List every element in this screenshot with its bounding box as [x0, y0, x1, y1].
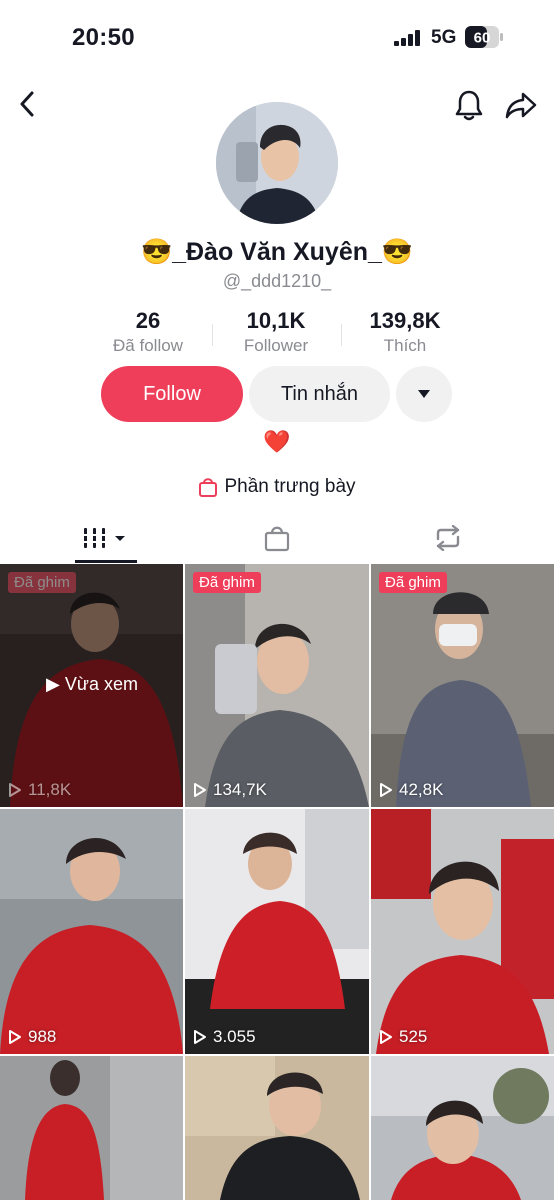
share-arrow-icon — [505, 92, 537, 119]
tab-reposts[interactable] — [418, 513, 478, 563]
stat-following[interactable]: 26 Đã follow — [98, 308, 198, 356]
view-count-value: 42,8K — [399, 780, 444, 799]
video-thumbnail-image — [371, 564, 554, 807]
stat-followers-value: 10,1K — [246, 308, 306, 333]
back-button[interactable] — [12, 84, 42, 124]
stat-likes-label: Thích — [383, 336, 427, 355]
pinned-badge: Đã ghim — [379, 572, 447, 593]
video-thumbnail-image — [185, 1056, 369, 1200]
recently-watched-label: ▶ Vừa xem — [0, 674, 183, 695]
tab-videos[interactable] — [75, 513, 137, 563]
view-count-value: 134,7K — [213, 780, 267, 799]
video-grid: Đã ghim ▶ Vừa xem 11,8K Đã ghim 134,7K Đ… — [0, 564, 554, 1200]
video-thumbnail[interactable]: 988 — [0, 809, 183, 1054]
battery-level: 60 — [474, 30, 491, 47]
play-outline-icon — [9, 783, 21, 797]
bell-icon — [455, 90, 483, 121]
video-thumbnail[interactable]: 525 — [371, 809, 554, 1054]
video-thumbnail[interactable]: Đã ghim 134,7K — [185, 564, 369, 807]
pinned-badge: Đã ghim — [193, 572, 261, 593]
profile-bio: ❤️ — [263, 429, 291, 454]
view-count: 42,8K — [379, 780, 443, 800]
stat-divider — [212, 324, 213, 346]
stat-likes[interactable]: 139,8K Thích — [355, 308, 455, 356]
pinned-badge: Đã ghim — [8, 572, 76, 593]
view-count: 525 — [379, 1027, 427, 1047]
video-thumbnail-image — [185, 564, 369, 807]
stat-followers[interactable]: 10,1K Follower — [226, 308, 326, 356]
video-thumbnail-image — [371, 1056, 554, 1200]
battery-icon: 60 — [465, 26, 503, 48]
repost-icon — [436, 525, 460, 551]
caret-down-icon — [418, 390, 430, 398]
view-count: 11,8K — [8, 780, 71, 800]
stat-followers-label: Follower — [243, 336, 309, 355]
play-outline-icon — [9, 1030, 21, 1044]
signal-icon — [394, 30, 420, 46]
share-button[interactable] — [502, 86, 540, 124]
view-count-value: 988 — [28, 1027, 57, 1046]
back-arrow-icon — [20, 91, 34, 117]
tab-shop[interactable] — [247, 513, 307, 563]
profile-stats: 26 Đã follow 10,1K Follower 139,8K Thích — [0, 308, 554, 358]
view-count-value: 11,8K — [28, 780, 72, 799]
content-tabs — [0, 513, 554, 563]
shopping-bag-icon — [199, 478, 218, 497]
video-thumbnail[interactable]: Đã ghim 42,8K — [371, 564, 554, 807]
showcase-label: Phần trưng bày — [224, 476, 356, 497]
network-label: 5G — [431, 27, 457, 48]
view-count: 3.055 — [193, 1027, 256, 1047]
showcase-link[interactable]: Phần trưng bày — [0, 474, 554, 500]
video-thumbnail-image — [371, 809, 554, 1054]
view-count-value: 525 — [399, 1027, 428, 1046]
bag-icon — [264, 526, 290, 552]
view-count-value: 3.055 — [213, 1027, 256, 1046]
video-thumbnail[interactable]: 3.055 — [185, 809, 369, 1054]
message-button[interactable]: Tin nhắn — [249, 366, 390, 422]
display-name: 😎_Đào Văn Xuyên_😎 — [140, 238, 414, 266]
video-thumbnail-image — [0, 1056, 183, 1200]
play-outline-icon — [194, 783, 206, 797]
video-thumbnail-image — [185, 809, 369, 1054]
avatar-photo — [216, 102, 338, 224]
suggested-accounts-button[interactable] — [396, 366, 452, 422]
play-outline-icon — [380, 783, 392, 797]
status-bar: 20:50 5G 60 — [0, 0, 554, 76]
status-time: 20:50 — [72, 24, 135, 51]
video-thumbnail[interactable] — [0, 1056, 183, 1200]
profile-avatar[interactable] — [216, 102, 338, 224]
video-thumbnail[interactable]: Đã ghim ▶ Vừa xem 11,8K — [0, 564, 183, 807]
video-thumbnail[interactable] — [185, 1056, 369, 1200]
follow-button[interactable]: Follow — [101, 366, 243, 422]
video-thumbnail[interactable] — [371, 1056, 554, 1200]
play-outline-icon — [194, 1030, 206, 1044]
stat-following-value: 26 — [135, 308, 161, 333]
stat-divider — [341, 324, 342, 346]
stat-likes-value: 139,8K — [369, 308, 441, 333]
play-icon: ▶ — [46, 674, 60, 694]
view-count: 988 — [8, 1027, 56, 1047]
stat-following-label: Đã follow — [113, 336, 183, 355]
username-handle: @_ddd1210_ — [222, 271, 332, 291]
view-count: 134,7K — [193, 780, 267, 800]
recently-watched-text: Vừa xem — [64, 674, 138, 694]
videos-grid-icon — [82, 528, 125, 548]
play-outline-icon — [380, 1030, 392, 1044]
video-thumbnail-image — [0, 809, 183, 1054]
active-tab-indicator — [75, 560, 137, 563]
notification-button[interactable] — [452, 86, 486, 124]
